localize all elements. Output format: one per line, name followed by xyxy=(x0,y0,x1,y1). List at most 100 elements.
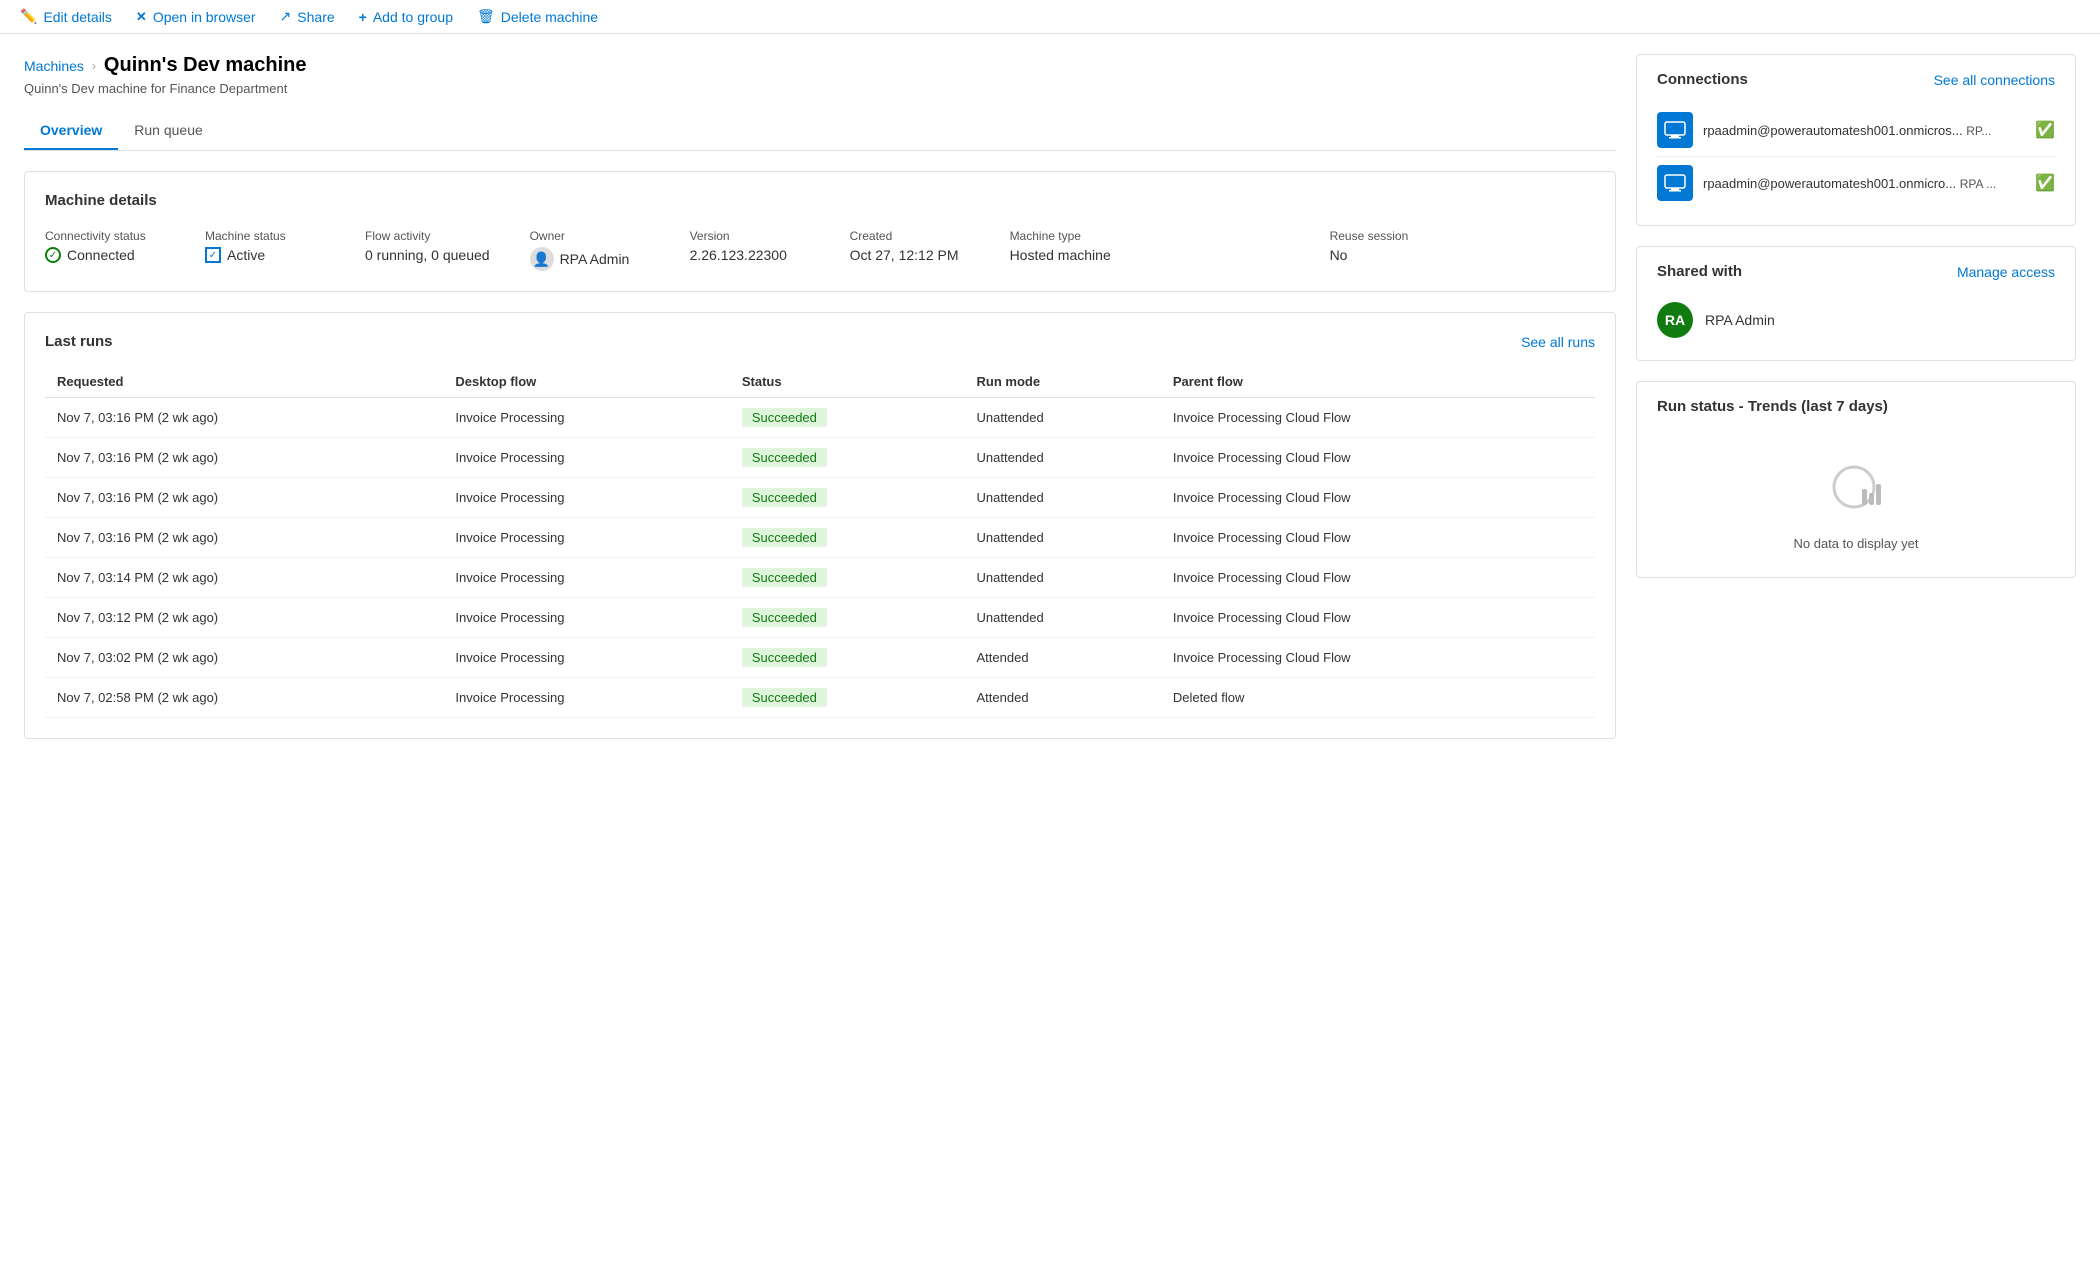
cell-desktop-flow: Invoice Processing xyxy=(443,558,729,598)
tab-bar: Overview Run queue xyxy=(24,112,1616,151)
version-field: Version 2.26.123.22300 xyxy=(690,229,810,271)
connections-list: rpaadmin@powerautomatesh001.onmicros... … xyxy=(1657,104,2055,209)
open-browser-label: Open in browser xyxy=(153,9,256,25)
shared-with-card: Shared with Manage access RA RPA Admin xyxy=(1636,246,2076,361)
created-value: Oct 27, 12:12 PM xyxy=(850,247,970,263)
tab-overview[interactable]: Overview xyxy=(24,112,118,150)
cell-requested: Nov 7, 03:16 PM (2 wk ago) xyxy=(45,518,443,558)
connection-icon xyxy=(1657,112,1693,148)
cell-parent-flow: Invoice Processing Cloud Flow xyxy=(1161,638,1595,678)
share-label: Share xyxy=(297,9,334,25)
cell-desktop-flow: Invoice Processing xyxy=(443,638,729,678)
cell-status: Succeeded xyxy=(730,478,965,518)
connectivity-status-field: Connectivity status ✓ Connected xyxy=(45,229,165,271)
tab-run-queue[interactable]: Run queue xyxy=(118,112,219,150)
share-icon: ↗ xyxy=(280,8,292,25)
cell-requested: Nov 7, 03:16 PM (2 wk ago) xyxy=(45,438,443,478)
cell-parent-flow: Invoice Processing Cloud Flow xyxy=(1161,518,1595,558)
toolbar: ✏️ Edit details ✕ Open in browser ↗ Shar… xyxy=(0,0,2100,34)
breadcrumb: Machines › Quinn's Dev machine xyxy=(24,54,1616,77)
version-value: 2.26.123.22300 xyxy=(690,247,810,263)
cell-requested: Nov 7, 03:02 PM (2 wk ago) xyxy=(45,638,443,678)
edit-details-button[interactable]: ✏️ Edit details xyxy=(20,8,112,25)
last-runs-card: Last runs See all runs Requested Desktop… xyxy=(24,312,1616,739)
reuse-session-label: Reuse session xyxy=(1330,229,1450,243)
cell-run-mode: Unattended xyxy=(965,598,1161,638)
connections-title: Connections xyxy=(1657,71,1748,88)
breadcrumb-separator: › xyxy=(92,59,96,73)
delete-machine-button[interactable]: 🗑 Delete machine xyxy=(477,8,598,25)
table-row: Nov 7, 03:12 PM (2 wk ago) Invoice Proce… xyxy=(45,598,1595,638)
see-all-runs-link[interactable]: See all runs xyxy=(1521,334,1595,350)
cell-status: Succeeded xyxy=(730,678,965,718)
connection-email: rpaadmin@powerautomatesh001.onmicro... R… xyxy=(1703,176,2025,191)
flow-activity-field: Flow activity 0 running, 0 queued xyxy=(365,229,490,271)
cell-parent-flow: Deleted flow xyxy=(1161,678,1595,718)
shared-users-list: RA RPA Admin xyxy=(1657,296,2055,344)
last-runs-title: Last runs xyxy=(45,333,113,350)
machine-status-value: ✓ Active xyxy=(205,247,325,263)
machine-status-field: Machine status ✓ Active xyxy=(205,229,325,271)
table-row: Nov 7, 03:16 PM (2 wk ago) Invoice Proce… xyxy=(45,518,1595,558)
see-all-connections-link[interactable]: See all connections xyxy=(1934,72,2055,88)
connection-item: rpaadmin@powerautomatesh001.onmicros... … xyxy=(1657,104,2055,157)
active-icon: ✓ xyxy=(205,247,221,263)
manage-access-link[interactable]: Manage access xyxy=(1957,264,2055,280)
share-button[interactable]: ↗ Share xyxy=(280,8,335,25)
trends-empty-icon xyxy=(1826,461,1886,526)
table-row: Nov 7, 03:16 PM (2 wk ago) Invoice Proce… xyxy=(45,398,1595,438)
cell-requested: Nov 7, 02:58 PM (2 wk ago) xyxy=(45,678,443,718)
connectivity-status-label: Connectivity status xyxy=(45,229,165,243)
delete-machine-label: Delete machine xyxy=(501,9,598,25)
add-to-group-label: Add to group xyxy=(373,9,453,25)
user-avatar: RA xyxy=(1657,302,1693,338)
col-run-mode: Run mode xyxy=(965,366,1161,398)
cell-run-mode: Unattended xyxy=(965,438,1161,478)
cell-status: Succeeded xyxy=(730,398,965,438)
breadcrumb-current: Quinn's Dev machine xyxy=(104,54,307,77)
add-icon: + xyxy=(359,9,367,25)
cell-run-mode: Attended xyxy=(965,638,1161,678)
page-subtitle: Quinn's Dev machine for Finance Departme… xyxy=(24,81,1616,96)
connection-status-icon: ✅ xyxy=(2035,173,2055,193)
cell-parent-flow: Invoice Processing Cloud Flow xyxy=(1161,598,1595,638)
table-row: Nov 7, 03:16 PM (2 wk ago) Invoice Proce… xyxy=(45,478,1595,518)
trends-empty-message: No data to display yet xyxy=(1793,536,1918,551)
version-label: Version xyxy=(690,229,810,243)
cell-parent-flow: Invoice Processing Cloud Flow xyxy=(1161,558,1595,598)
machine-details-card: Machine details Connectivity status ✓ Co… xyxy=(24,171,1616,292)
cell-status: Succeeded xyxy=(730,598,965,638)
connections-card: Connections See all connections rpaadmin… xyxy=(1636,54,2076,226)
add-to-group-button[interactable]: + Add to group xyxy=(359,9,453,25)
main-content: Machines › Quinn's Dev machine Quinn's D… xyxy=(0,34,2100,779)
run-status-title: Run status - Trends (last 7 days) xyxy=(1657,398,2055,415)
connection-status-icon: ✅ xyxy=(2035,120,2055,140)
cell-parent-flow: Invoice Processing Cloud Flow xyxy=(1161,478,1595,518)
table-row: Nov 7, 03:14 PM (2 wk ago) Invoice Proce… xyxy=(45,558,1595,598)
flow-activity-value: 0 running, 0 queued xyxy=(365,247,490,263)
machine-type-label: Machine type xyxy=(1010,229,1130,243)
cell-requested: Nov 7, 03:16 PM (2 wk ago) xyxy=(45,398,443,438)
shared-with-title: Shared with xyxy=(1657,263,1742,280)
cell-requested: Nov 7, 03:12 PM (2 wk ago) xyxy=(45,598,443,638)
cell-run-mode: Attended xyxy=(965,678,1161,718)
created-label: Created xyxy=(850,229,970,243)
connection-text: rpaadmin@powerautomatesh001.onmicros... … xyxy=(1703,123,2025,138)
cell-run-mode: Unattended xyxy=(965,518,1161,558)
owner-avatar: 👤 xyxy=(530,247,554,271)
trends-empty-state: No data to display yet xyxy=(1657,431,2055,561)
breadcrumb-parent-link[interactable]: Machines xyxy=(24,58,84,74)
cell-run-mode: Unattended xyxy=(965,398,1161,438)
cell-desktop-flow: Invoice Processing xyxy=(443,398,729,438)
flow-activity-label: Flow activity xyxy=(365,229,490,243)
machine-details-title: Machine details xyxy=(45,192,1595,209)
machine-type-value: Hosted machine xyxy=(1010,247,1130,263)
open-browser-button[interactable]: ✕ Open in browser xyxy=(136,9,256,25)
connection-text: rpaadmin@powerautomatesh001.onmicro... R… xyxy=(1703,176,2025,191)
user-name: RPA Admin xyxy=(1705,312,1775,328)
col-requested: Requested xyxy=(45,366,443,398)
edit-details-label: Edit details xyxy=(43,9,111,25)
connection-icon xyxy=(1657,165,1693,201)
right-panel: Connections See all connections rpaadmin… xyxy=(1636,54,2076,759)
owner-value: 👤 RPA Admin xyxy=(530,247,650,271)
